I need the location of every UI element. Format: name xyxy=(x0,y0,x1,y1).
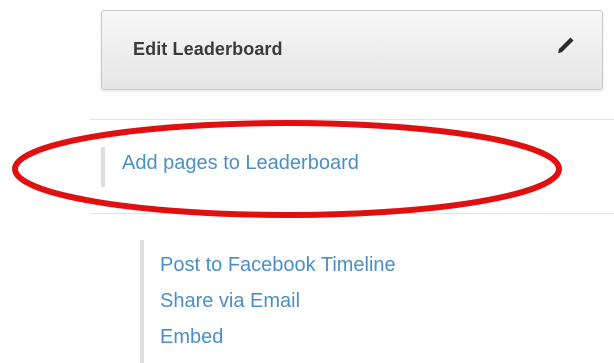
list-item: Embed xyxy=(160,319,396,355)
add-pages-link[interactable]: Add pages to Leaderboard xyxy=(122,152,359,175)
embed-link[interactable]: Embed xyxy=(160,326,223,348)
section-divider-top xyxy=(90,119,614,120)
share-via-email-link[interactable]: Share via Email xyxy=(160,290,300,312)
post-to-facebook-link[interactable]: Post to Facebook Timeline xyxy=(160,254,396,276)
list-item: Post to Facebook Timeline xyxy=(160,247,396,283)
pencil-icon xyxy=(558,37,574,53)
share-link-list: Post to Facebook Timeline Share via Emai… xyxy=(160,247,396,355)
list-item: Share via Email xyxy=(160,283,396,319)
edit-leaderboard-button[interactable]: Edit Leaderboard xyxy=(101,10,603,90)
add-pages-accent-bar xyxy=(101,147,105,187)
section-divider-bottom xyxy=(90,213,614,214)
share-accent-bar xyxy=(140,240,144,363)
edit-leaderboard-label: Edit Leaderboard xyxy=(133,39,283,59)
